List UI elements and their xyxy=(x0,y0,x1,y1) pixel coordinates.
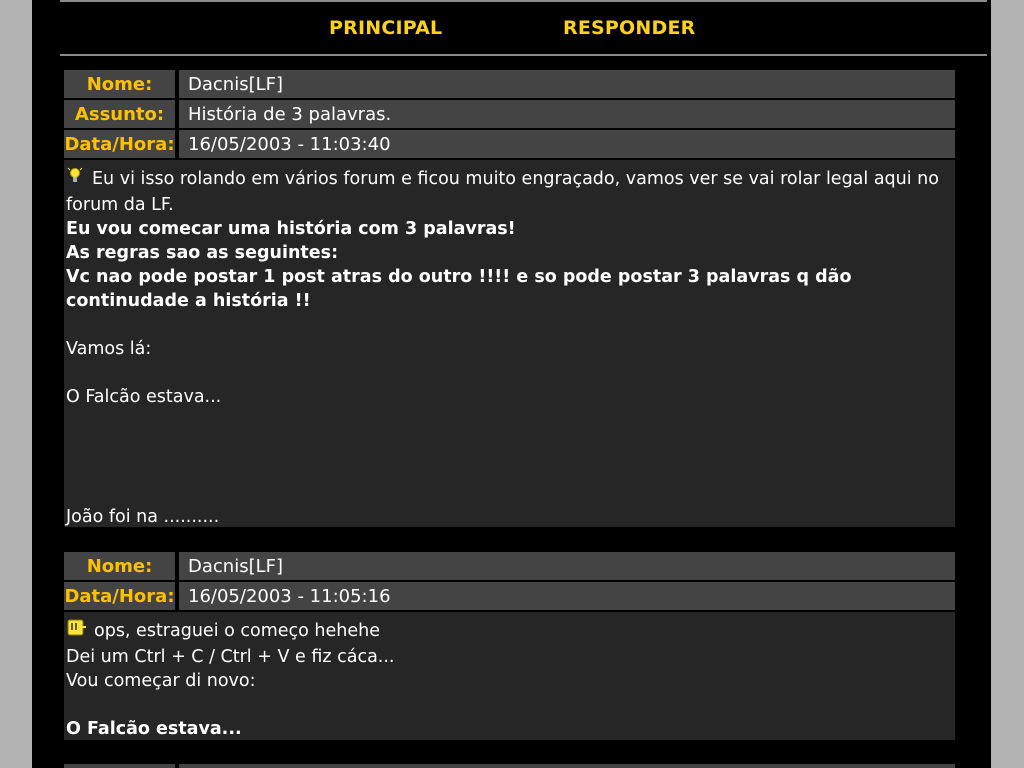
message-line: O Falcão estava... xyxy=(66,719,242,739)
author-value: Dacnis[LF] xyxy=(179,552,955,580)
subject-label: Assunto: xyxy=(64,100,175,128)
message-line: As regras sao as seguintes: xyxy=(66,243,339,263)
datetime-value: 16/05/2003 - 11:03:40 xyxy=(179,130,955,158)
next-post-row xyxy=(64,764,955,768)
message-line: Vc nao pode postar 1 post atras do outro… xyxy=(66,267,852,311)
message-line: Eu vi isso rolando em vários forum e fic… xyxy=(66,169,939,215)
datetime-value: 16/05/2003 - 11:05:16 xyxy=(179,582,955,610)
message-line: Vou começar di novo: xyxy=(66,671,256,691)
embarrassed-face-icon xyxy=(66,618,88,645)
forum-frame: PRINCIPAL RESPONDER Nome: Dacnis[LF] Ass… xyxy=(32,0,991,768)
message-line: João foi na .......... xyxy=(66,507,220,527)
post-message: Eu vi isso rolando em vários forum e fic… xyxy=(64,160,955,527)
post-author-row: Nome: Dacnis[LF] xyxy=(64,552,955,580)
datetime-label: Data/Hora: xyxy=(64,130,175,158)
post-datetime-row: Data/Hora: 16/05/2003 - 11:03:40 xyxy=(64,130,955,158)
top-divider xyxy=(60,0,987,2)
message-line: Eu vou comecar uma história com 3 palavr… xyxy=(66,219,516,239)
author-value: Dacnis[LF] xyxy=(179,70,955,98)
responder-link[interactable]: RESPONDER xyxy=(563,17,695,39)
lightbulb-icon xyxy=(66,166,86,193)
post-subject-row: Assunto: História de 3 palavras. xyxy=(64,100,955,128)
message-line: O Falcão estava... xyxy=(66,387,222,407)
subject-value: História de 3 palavras. xyxy=(179,100,955,128)
post-message: ops, estraguei o começo hehehe Dei um Ct… xyxy=(64,612,955,740)
post-author-row: Nome: Dacnis[LF] xyxy=(64,70,955,98)
principal-link[interactable]: PRINCIPAL xyxy=(329,17,442,39)
datetime-label: Data/Hora: xyxy=(64,582,175,610)
author-value xyxy=(179,764,955,768)
author-label xyxy=(64,764,175,768)
author-label: Nome: xyxy=(64,70,175,98)
message-line: Dei um Ctrl + C / Ctrl + V e fiz cáca... xyxy=(66,647,395,667)
author-label: Nome: xyxy=(64,552,175,580)
message-line: Vamos lá: xyxy=(66,339,152,359)
nav-divider xyxy=(60,54,987,56)
message-line: ops, estraguei o começo hehehe xyxy=(94,621,380,641)
post-datetime-row: Data/Hora: 16/05/2003 - 11:05:16 xyxy=(64,582,955,610)
